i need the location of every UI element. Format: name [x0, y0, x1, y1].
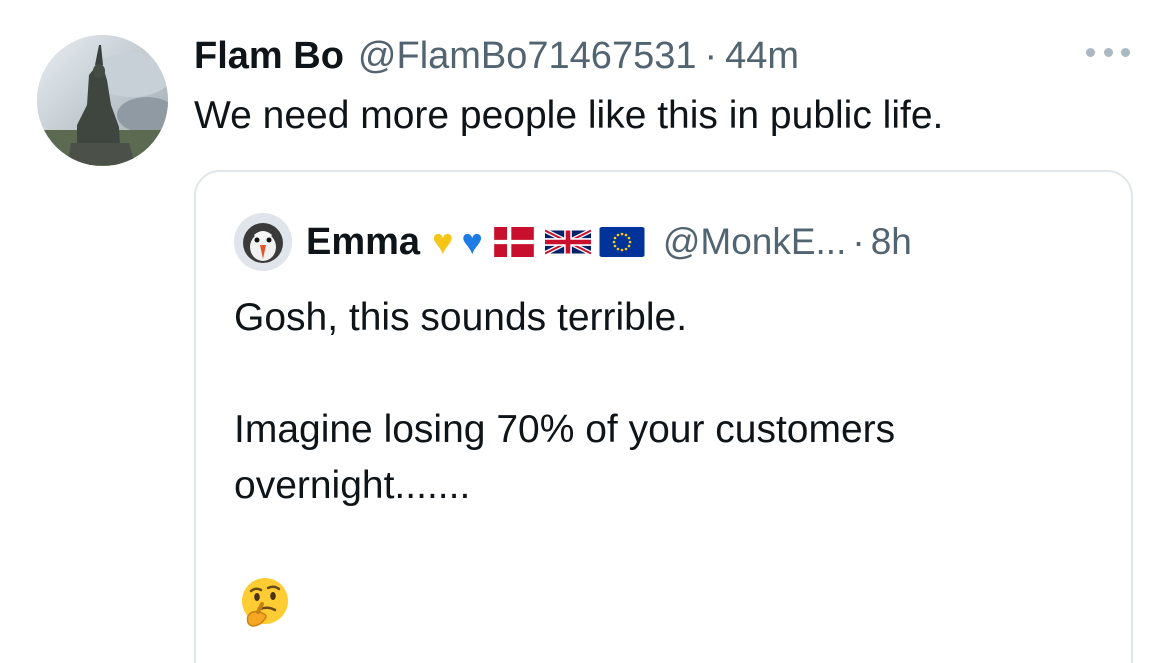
blue-heart-icon: ♥ [461, 221, 483, 262]
denmark-flag-icon [491, 227, 537, 257]
statue-avatar-image [37, 35, 168, 166]
uk-flag-icon [544, 227, 591, 257]
more-dot [1086, 47, 1095, 57]
quoted-text-line: Imagine losing 70% of your customers [234, 408, 896, 451]
thinking-face-icon [238, 576, 292, 630]
tweet-text: We need more people like this in public … [194, 94, 944, 137]
header-separator: · [704, 34, 718, 77]
more-horizontal-icon[interactable] [1086, 40, 1130, 64]
name-badges: ♥ ♥ [432, 224, 645, 260]
bird-avatar-image [234, 213, 292, 271]
quoted-tweet-header: Emma ♥ ♥ @MonkE... · 8h [234, 213, 912, 271]
author-name[interactable]: Flam Bo [194, 35, 344, 78]
quoted-header-separator: · [852, 221, 865, 262]
tweet-header: Flam Bo @FlamBo71467531 · 44m [194, 28, 799, 84]
eu-flag-icon [599, 227, 645, 257]
quoted-tweet-card[interactable]: Emma ♥ ♥ @MonkE... · 8h Gosh, this sound… [194, 170, 1133, 663]
quoted-author-handle[interactable]: @MonkE... [663, 221, 847, 263]
quoted-author-name[interactable]: Emma [306, 221, 420, 264]
quoted-tweet-text: Gosh, this sounds terrible. Imagine losi… [234, 290, 895, 514]
author-handle[interactable]: @FlamBo71467531 [358, 35, 697, 78]
tweet-timestamp[interactable]: 44m [725, 35, 799, 78]
more-dot [1121, 47, 1130, 57]
yellow-heart-icon: ♥ [432, 221, 454, 262]
quoted-author-avatar [234, 213, 292, 271]
quoted-tweet-timestamp[interactable]: 8h [871, 221, 912, 263]
more-dot [1103, 47, 1113, 57]
quoted-text-line: Gosh, this sounds terrible. [234, 296, 688, 339]
author-avatar[interactable] [37, 35, 168, 166]
quoted-text-line: overnight....... [234, 464, 471, 507]
